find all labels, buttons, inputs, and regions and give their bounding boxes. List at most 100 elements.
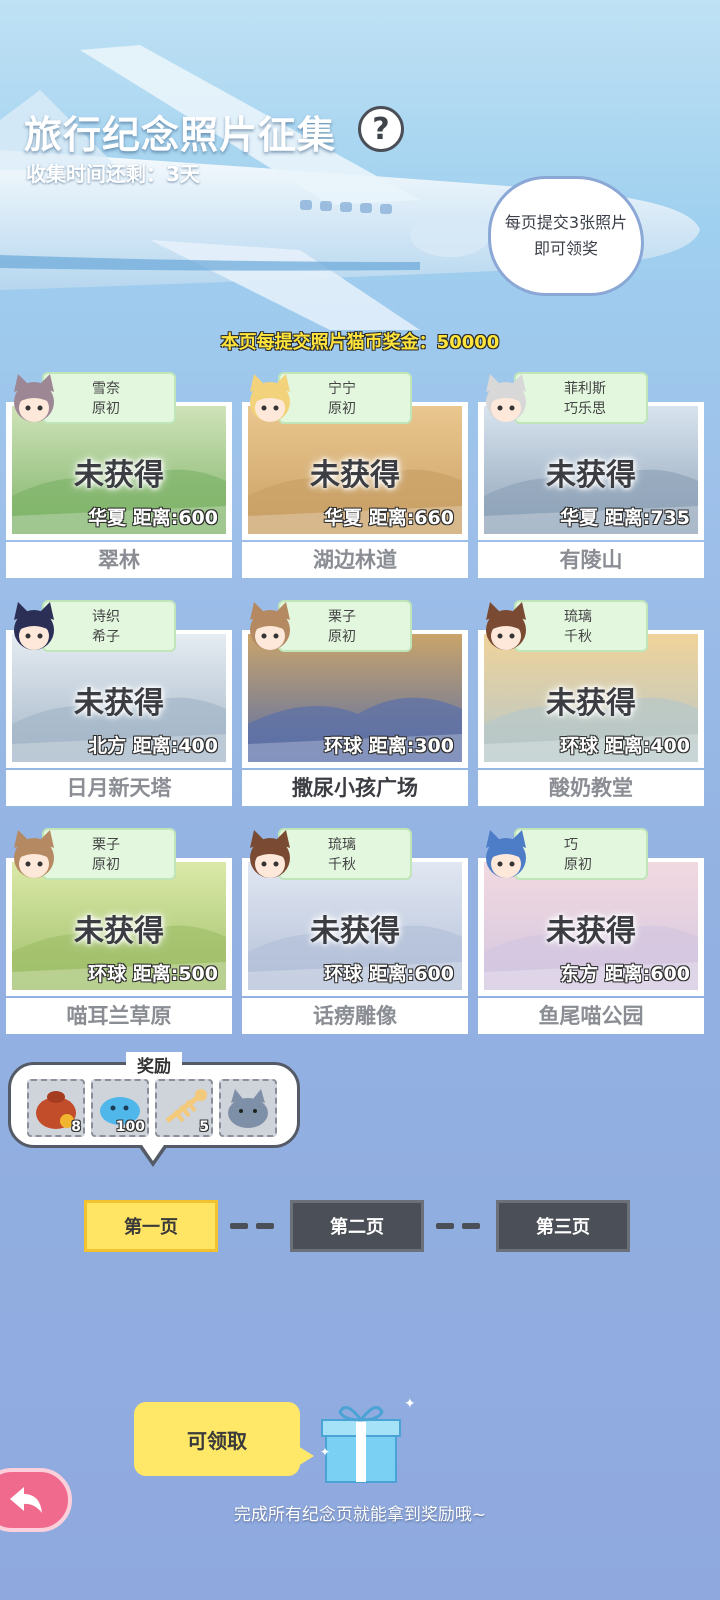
page-tab-1[interactable]: 第一页	[84, 1200, 218, 1252]
status-label: 未获得	[546, 458, 636, 493]
cat-girl-avatar-icon	[486, 830, 526, 878]
status-label: 未获得	[546, 686, 636, 721]
cat-girl-avatar-icon	[486, 374, 526, 422]
distance-label: 环球 距离:300	[324, 735, 454, 757]
character-outfit: 原初	[328, 629, 356, 645]
character-name: 栗子	[92, 837, 120, 853]
distance-label: 环球 距离:400	[560, 735, 690, 757]
character-tag: 琉璃 千秋	[278, 828, 412, 880]
distance-label: 华夏 距离:600	[88, 507, 218, 529]
hint-bubble: 每页提交3张照片 即可领奖	[488, 176, 644, 296]
cat-girl-avatar-icon	[14, 374, 54, 422]
reward-count: 100	[115, 1119, 145, 1135]
page-connector	[256, 1223, 274, 1229]
place-name: 有陵山	[478, 542, 704, 578]
gift-box-icon: ✦ ✦	[320, 1396, 416, 1483]
character-name: 巧	[564, 837, 578, 853]
page-bonus-text: 本页每提交照片猫币奖金：50000	[220, 332, 500, 353]
footer-note: 完成所有纪念页就能拿到奖励哦~	[233, 1505, 487, 1525]
place-name: 翠林	[6, 542, 232, 578]
photo-card[interactable]: 未获得环球 距离:600 话痨雕像 琉璃千秋	[242, 828, 468, 1034]
photo-card[interactable]: 未获得华夏 距离:735 有陵山 菲利斯巧乐思	[478, 372, 704, 578]
place-name: 话痨雕像	[242, 998, 468, 1034]
character-tag: 雪奈 原初	[42, 372, 176, 424]
distance-label: 华夏 距离:660	[324, 507, 454, 529]
photo-card[interactable]: 未获得 环球 距离:500 喵耳兰草原 栗子 原初	[6, 828, 232, 1034]
page-tab-2[interactable]: 第二页	[290, 1200, 424, 1252]
character-tag: 栗子 原初	[278, 600, 412, 652]
cat-girl-avatar-icon	[250, 602, 290, 650]
reward-item-coin-bag[interactable]: 8	[27, 1079, 85, 1137]
character-outfit: 千秋	[328, 857, 356, 873]
distance-label: 北方 距离:400	[88, 735, 218, 757]
character-tag: 宁宁 原初	[278, 372, 412, 424]
cat-girl-avatar-icon	[14, 602, 54, 650]
photo-card[interactable]: 未获得环球 距离:400 酸奶教堂 琉璃千秋	[478, 600, 704, 806]
character-outfit: 希子	[92, 629, 120, 645]
place-name: 日月新天塔	[6, 770, 232, 806]
character-outfit: 原初	[92, 401, 120, 417]
status-label: 未获得	[74, 914, 164, 949]
gift-box-button[interactable]: ✦ ✦	[318, 1390, 416, 1490]
photo-card[interactable]: 未获得东方 距离:600 鱼尾喵公园 巧原初	[478, 828, 704, 1034]
character-outfit: 原初	[92, 857, 120, 873]
back-arrow-icon	[10, 1487, 42, 1513]
character-tag: 巧原初	[514, 828, 648, 880]
page-title: 旅行纪念照片征集	[24, 113, 337, 157]
back-button[interactable]	[0, 1468, 72, 1532]
distance-label: 环球 距离:500	[88, 963, 218, 985]
character-name: 诗织	[92, 609, 120, 625]
place-name: 撒尿小孩广场	[242, 770, 468, 806]
photo-card[interactable]: 未获得华夏 距离:600 翠林 雪奈原初	[6, 372, 232, 578]
reward-count: 5	[199, 1119, 209, 1135]
place-name: 湖边林道	[242, 542, 468, 578]
distance-label: 华夏 距离:735	[560, 507, 690, 529]
cat-girl-avatar-icon	[250, 830, 290, 878]
reward-count: 8	[71, 1119, 81, 1135]
character-tag: 栗子 原初	[42, 828, 176, 880]
page-connector	[462, 1223, 480, 1229]
svg-text:✦: ✦	[320, 1445, 330, 1459]
page-tab-3[interactable]: 第三页	[496, 1200, 630, 1252]
character-outfit: 千秋	[564, 629, 592, 645]
photo-card[interactable]: 未获得北方 距离:400 日月新天塔 诗织希子	[6, 600, 232, 806]
reward-item-slime[interactable]: 100	[91, 1079, 149, 1137]
reward-item-cat[interactable]	[219, 1079, 277, 1137]
status-label: 未获得	[74, 458, 164, 493]
character-name: 宁宁	[328, 381, 356, 397]
cat-girl-avatar-icon	[486, 602, 526, 650]
character-tag: 琉璃 千秋	[514, 600, 648, 652]
distance-label: 环球 距离:600	[324, 963, 454, 985]
distance-label: 东方 距离:600	[560, 963, 690, 985]
character-tag: 菲利斯 巧乐思	[514, 372, 648, 424]
cat-girl-avatar-icon	[14, 830, 54, 878]
photo-card[interactable]: 未获得华夏 距离:660 湖边林道 宁宁原初	[242, 372, 468, 578]
collection-timer: 收集时间还剩：3天	[26, 162, 200, 186]
place-name: 鱼尾喵公园	[478, 998, 704, 1034]
page-connector	[436, 1223, 454, 1229]
character-tag: 诗织 希子	[42, 600, 176, 652]
gray-cat-icon	[228, 1089, 268, 1128]
reward-title: 奖励	[126, 1052, 182, 1077]
place-name: 酸奶教堂	[478, 770, 704, 806]
claim-button[interactable]: 可领取	[134, 1402, 314, 1476]
cat-girl-avatar-icon	[250, 374, 290, 422]
photo-card[interactable]: 环球 距离:300 撒尿小孩广场 栗子原初	[242, 600, 468, 806]
status-label: 未获得	[74, 686, 164, 721]
character-name: 菲利斯	[564, 381, 606, 397]
character-outfit: 原初	[328, 401, 356, 417]
character-name: 栗子	[328, 609, 356, 625]
character-name: 琉璃	[564, 609, 592, 625]
hint-line-1: 每页提交3张照片	[504, 213, 628, 232]
question-mark-icon: ?	[372, 111, 390, 147]
status-label: 未获得	[546, 914, 636, 949]
character-name: 琉璃	[328, 837, 356, 853]
status-label: 未获得	[310, 458, 400, 493]
hint-line-2: 即可领奖	[533, 239, 598, 258]
help-button[interactable]: ?	[358, 106, 404, 152]
character-outfit: 巧乐思	[564, 401, 606, 417]
status-label: 未获得	[310, 914, 400, 949]
character-name: 雪奈	[92, 381, 120, 397]
reward-item-fishbone[interactable]: 5	[155, 1079, 213, 1137]
page-connector	[230, 1223, 248, 1229]
